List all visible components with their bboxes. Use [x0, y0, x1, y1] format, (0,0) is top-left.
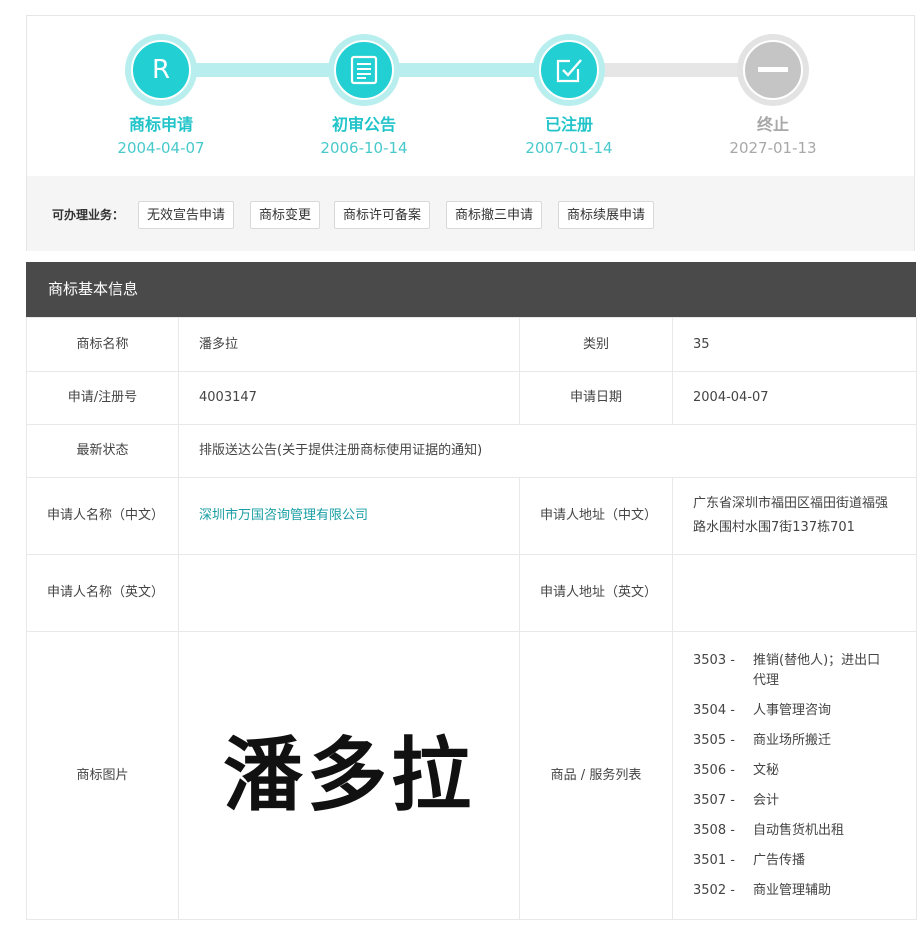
step-preliminary-announcement: 初审公告 2006-10-14: [284, 34, 444, 160]
list-item: 3501 - 广告传播: [693, 851, 896, 871]
step-date: 2006-10-14: [320, 139, 408, 157]
list-item: 3508 - 自动售货机出租: [693, 821, 896, 841]
label-application-date: 申请日期: [519, 371, 673, 425]
goods-name: 商业管理辅助: [753, 882, 832, 898]
step-label: 已注册: [544, 115, 593, 134]
goods-code: 3506 -: [693, 762, 735, 778]
value-trademark-name: 潘多拉: [178, 317, 520, 372]
value-registration-number: 4003147: [178, 371, 520, 425]
value-latest-status: 排版送达公告(关于提供注册商标使用证据的通知): [178, 424, 917, 478]
step-circle: R: [125, 34, 197, 106]
table-row: 商标名称 潘多拉 类别 35: [26, 317, 917, 372]
step-circle: [533, 34, 605, 106]
step-date: 2004-04-07: [117, 139, 205, 157]
label-applicant-address-en: 申请人地址（英文）: [519, 554, 673, 632]
trademark-image: 潘多拉: [178, 631, 520, 920]
step-date: 2007-01-14: [525, 139, 613, 157]
step-terminated: 终止 2027-01-13: [693, 34, 853, 160]
goods-name: 会计: [753, 792, 780, 808]
step-label: 初审公告: [331, 115, 396, 134]
goods-code: 3505 -: [693, 732, 735, 748]
services-bar: 可办理业务： 无效宣告申请 商标变更 商标许可备案 商标撤三申请 商标续展申请: [27, 176, 914, 251]
letter-r-icon: R: [131, 40, 191, 100]
label-goods-services: 商品 / 服务列表: [519, 631, 673, 920]
table-row: 申请人名称（中文） 深圳市万国咨询管理有限公司 申请人地址（中文） 广东省深圳市…: [26, 477, 917, 555]
goods-code: 3502 -: [693, 882, 735, 898]
renewal-request-button[interactable]: 商标续展申请: [558, 201, 655, 229]
label-applicant-address-cn: 申请人地址（中文）: [519, 477, 673, 555]
list-item: 3507 - 会计: [693, 791, 896, 811]
list-item: 3506 - 文秘: [693, 761, 896, 781]
label-trademark-image: 商标图片: [26, 631, 179, 920]
invalidation-request-button[interactable]: 无效宣告申请: [138, 201, 235, 229]
label-latest-status: 最新状态: [26, 424, 179, 478]
goods-name: 自动售货机出租: [753, 822, 845, 838]
label-class: 类别: [519, 317, 673, 372]
step-circle: [737, 34, 809, 106]
value-applicant-name-en: [178, 554, 520, 632]
step-date: 2027-01-13: [729, 139, 817, 157]
info-section-header: 商标基本信息: [26, 262, 916, 317]
step-circle: [328, 34, 400, 106]
list-item: 3504 - 人事管理咨询: [693, 701, 896, 721]
label-trademark-name: 商标名称: [26, 317, 179, 372]
goods-code: 3508 -: [693, 822, 735, 838]
checkmark-box-icon: [539, 40, 599, 100]
value-applicant-address-cn: 广东省深圳市福田区福田街道福强路水围村水围7街137栋701: [672, 477, 917, 555]
table-row: 申请人名称（英文） 申请人地址（英文）: [26, 554, 917, 632]
document-icon: [334, 40, 394, 100]
services-title: 可办理业务：: [52, 208, 125, 222]
list-item: 3505 - 商业场所搬迁: [693, 731, 896, 751]
label-applicant-name-en: 申请人名称（英文）: [26, 554, 179, 632]
value-applicant-address-en: [672, 554, 917, 632]
value-class: 35: [672, 317, 917, 372]
value-application-date: 2004-04-07: [672, 371, 917, 425]
step-application: R 商标申请 2004-04-07: [81, 34, 241, 160]
trademark-change-button[interactable]: 商标变更: [250, 201, 321, 229]
goods-code: 3503 -: [693, 652, 735, 668]
goods-services-list: 3503 - 推销(替他人)；进出口代理 3504 - 人事管理咨询 3505 …: [672, 631, 917, 920]
table-row: 申请/注册号 4003147 申请日期 2004-04-07: [26, 371, 917, 425]
trademark-info-table: 商标名称 潘多拉 类别 35 申请/注册号 4003147 申请日期 2004-…: [26, 317, 917, 920]
table-row: 最新状态 排版送达公告(关于提供注册商标使用证据的通知): [26, 424, 917, 478]
goods-name: 人事管理咨询: [753, 702, 832, 718]
goods-name: 广告传播: [753, 852, 806, 868]
label-registration-number: 申请/注册号: [26, 371, 179, 425]
license-filing-button[interactable]: 商标许可备案: [334, 201, 431, 229]
applicant-link[interactable]: 深圳市万国咨询管理有限公司: [199, 508, 368, 523]
goods-code: 3504 -: [693, 702, 735, 718]
progress-panel: R 商标申请 2004-04-07 初审公告 2006-10-14 已注册 20…: [26, 15, 915, 251]
list-item: 3503 - 推销(替他人)；进出口代理: [693, 651, 896, 691]
table-row: 商标图片 潘多拉 商品 / 服务列表 3503 - 推销(替他人)；进出口代理 …: [26, 631, 917, 920]
non-use-cancellation-button[interactable]: 商标撤三申请: [446, 201, 543, 229]
goods-name: 推销(替他人)；进出口代理: [753, 652, 881, 688]
goods-code: 3501 -: [693, 852, 735, 868]
trademark-image-text: 潘多拉: [223, 728, 475, 822]
step-label: 商标申请: [128, 115, 193, 134]
value-applicant-name-cn: 深圳市万国咨询管理有限公司: [178, 477, 520, 555]
step-registered: 已注册 2007-01-14: [489, 34, 649, 160]
goods-code: 3507 -: [693, 792, 735, 808]
goods-name: 文秘: [753, 762, 780, 778]
label-applicant-name-cn: 申请人名称（中文）: [26, 477, 179, 555]
goods-name: 商业场所搬迁: [753, 732, 832, 748]
minus-icon: [743, 40, 803, 100]
list-item: 3502 - 商业管理辅助: [693, 881, 896, 901]
step-label: 终止: [756, 115, 789, 134]
